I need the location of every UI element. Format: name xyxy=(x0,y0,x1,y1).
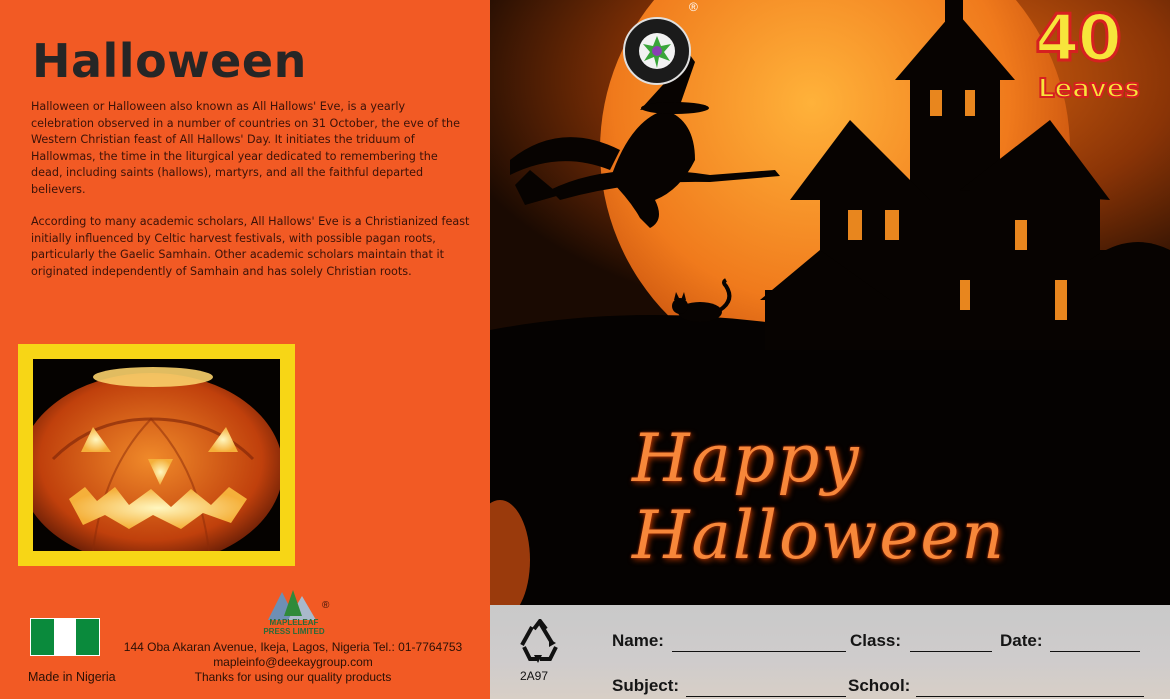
school-label: School: xyxy=(848,676,911,695)
subject-label: Subject: xyxy=(612,676,680,695)
nigeria-flag xyxy=(30,618,100,656)
thank-you-note: Thanks for using our quality products xyxy=(194,670,392,684)
mapleleaf-logo-text: MAPLELEAF PRESS LIMITED xyxy=(254,618,334,636)
pumpkin-photo-frame xyxy=(18,344,295,566)
back-cover-panel: Halloween Halloween or Halloween also kn… xyxy=(0,0,490,699)
registered-mark: ® xyxy=(322,600,330,611)
history-paragraph: According to many academic scholars, All… xyxy=(31,215,470,278)
date-field[interactable] xyxy=(1050,651,1140,652)
seal-registered-mark: ® xyxy=(689,0,698,14)
page-count-badge: 40 xyxy=(1033,1,1123,78)
name-field[interactable] xyxy=(672,651,846,652)
product-code: 2A97 xyxy=(520,669,549,683)
recycle-icon xyxy=(516,617,564,667)
page-count-unit: Leaves xyxy=(1037,73,1141,105)
date-label: Date: xyxy=(1000,631,1043,650)
name-label: Name: xyxy=(612,631,664,650)
subject-field[interactable] xyxy=(686,696,846,697)
class-label: Class: xyxy=(850,631,902,650)
logo-line-1: MAPLELEAF xyxy=(269,618,319,627)
happy-halloween-greeting: Happy Halloween xyxy=(632,420,1006,574)
maple-leaf-seal-icon xyxy=(618,16,696,86)
company-email: mapleinfo@deekaygroup.com xyxy=(213,655,373,669)
intro-paragraph: Halloween or Halloween also known as All… xyxy=(31,100,460,196)
logo-line-2: PRESS LIMITED xyxy=(263,627,325,636)
flag-green-left xyxy=(31,619,54,655)
flag-green-right xyxy=(76,619,100,655)
company-address: 144 Oba Akaran Avenue, Ikeja, Lagos, Nig… xyxy=(123,640,463,654)
flag-white-center xyxy=(53,619,77,655)
page-title: Halloween xyxy=(32,34,307,88)
name-label-strip: 2A97 Name: Class: Date: Subject: School: xyxy=(490,605,1170,699)
made-in-label: Made in Nigeria xyxy=(28,670,116,684)
class-field[interactable] xyxy=(910,651,992,652)
jack-o-lantern-image xyxy=(33,359,280,551)
school-field[interactable] xyxy=(916,696,1144,697)
